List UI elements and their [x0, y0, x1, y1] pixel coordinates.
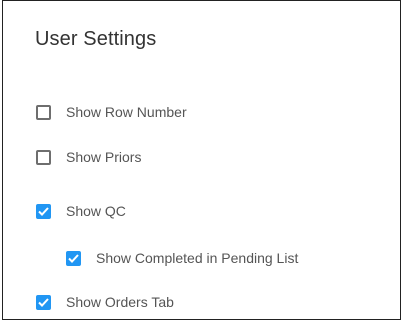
checkmark-icon	[38, 297, 49, 307]
option-label: Show Completed in Pending List	[96, 250, 299, 266]
checkbox-show-completed-in-pending-list[interactable]	[66, 250, 81, 266]
checkbox-show-priors[interactable]	[36, 149, 51, 165]
option-show-qc[interactable]: Show QC	[36, 203, 126, 219]
checkbox-show-row-number[interactable]	[36, 104, 51, 120]
checkmark-icon	[68, 253, 79, 263]
option-label: Show Priors	[66, 149, 142, 165]
option-show-completed-in-pending-list[interactable]: Show Completed in Pending List	[66, 250, 298, 266]
checkbox-show-qc[interactable]	[36, 203, 51, 219]
option-show-row-number[interactable]: Show Row Number	[36, 104, 187, 120]
option-label: Show QC	[66, 203, 126, 219]
user-settings-panel: User Settings Show Row Number Show Prior…	[2, 0, 401, 320]
option-show-priors[interactable]: Show Priors	[36, 149, 141, 165]
option-label: Show Row Number	[66, 104, 187, 120]
checkbox-show-orders-tab[interactable]	[36, 294, 51, 310]
panel-title: User Settings	[35, 28, 157, 50]
checkmark-icon	[38, 206, 49, 216]
